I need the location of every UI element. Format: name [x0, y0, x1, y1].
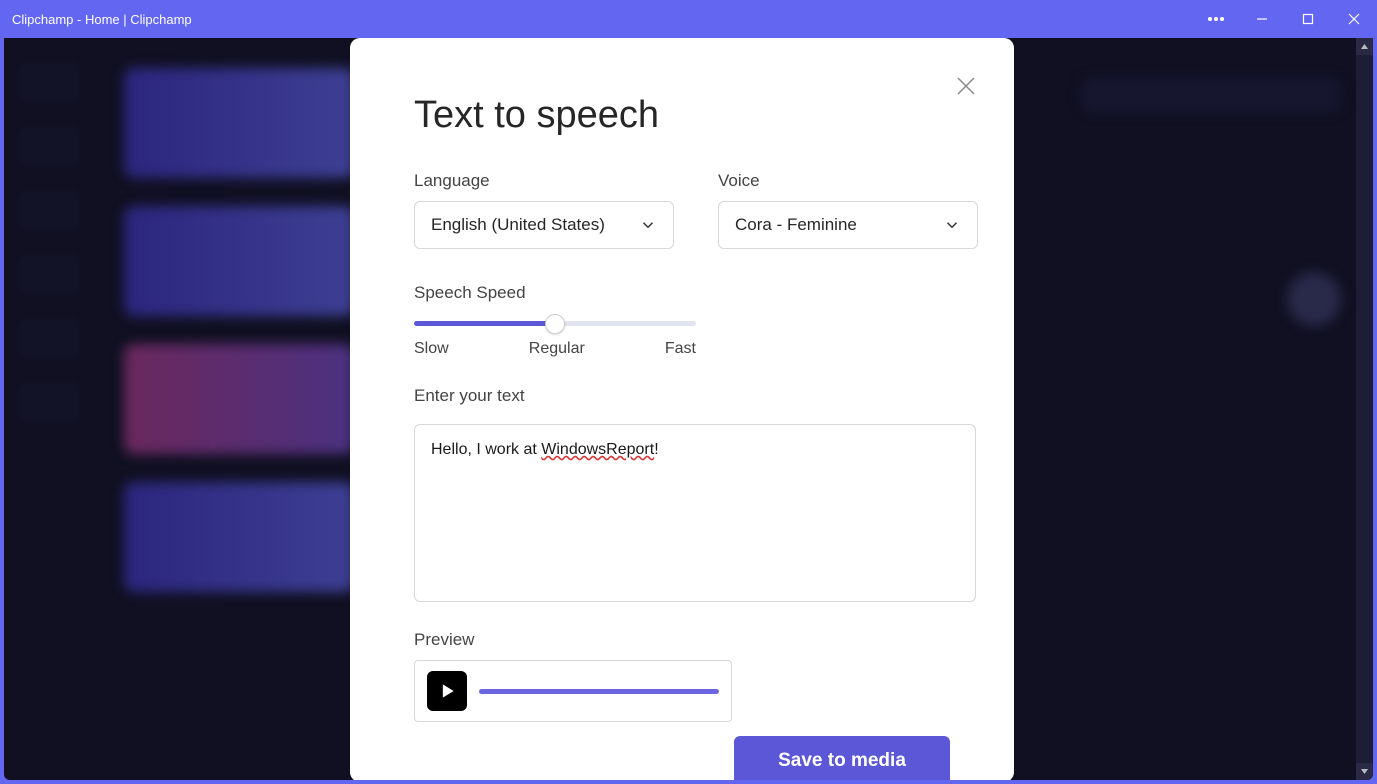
close-window-button[interactable] [1331, 0, 1377, 38]
slider-fill [414, 321, 555, 326]
speed-fast: Fast [665, 340, 696, 358]
audio-progress[interactable] [479, 689, 719, 694]
sidebar-blurred [4, 38, 94, 780]
window-frame: Clipchamp - Home | Clipchamp [0, 0, 1377, 784]
close-modal-button[interactable] [954, 74, 978, 98]
language-field: Language English (United States) [414, 171, 674, 249]
modal-title: Text to speech [414, 94, 950, 137]
text-suffix: ! [654, 441, 658, 458]
save-to-media-button[interactable]: Save to media [734, 736, 950, 780]
text-input[interactable]: Hello, I work at WindowsReport! [414, 424, 976, 602]
preview-label: Preview [414, 630, 950, 650]
scroll-up-icon[interactable] [1356, 38, 1373, 55]
language-label: Language [414, 171, 674, 191]
voice-value: Cora - Feminine [735, 215, 857, 235]
speed-ticks: Slow Regular Fast [414, 340, 696, 358]
voice-field: Voice Cora - Feminine [718, 171, 978, 249]
chevron-down-icon [639, 216, 657, 234]
play-button[interactable] [427, 671, 467, 711]
slider-thumb[interactable] [545, 314, 565, 334]
speed-label: Speech Speed [414, 283, 950, 303]
cards-blurred [124, 68, 354, 620]
speed-slider[interactable] [414, 321, 696, 326]
close-icon [954, 74, 978, 98]
scroll-down-icon[interactable] [1356, 763, 1373, 780]
more-button[interactable] [1193, 0, 1239, 38]
vertical-scrollbar[interactable] [1356, 38, 1373, 780]
text-to-speech-modal: Text to speech Language English (United … [350, 38, 1014, 780]
voice-label: Voice [718, 171, 978, 191]
speed-slow: Slow [414, 340, 449, 358]
minimize-button[interactable] [1239, 0, 1285, 38]
speed-regular: Regular [529, 340, 585, 358]
window-title: Clipchamp - Home | Clipchamp [12, 12, 192, 27]
text-prefix: Hello, I work at [431, 441, 541, 458]
text-spellerror: WindowsReport [541, 441, 654, 458]
play-icon [437, 681, 457, 701]
preview-player [414, 660, 732, 722]
save-label: Save to media [778, 750, 906, 772]
maximize-button[interactable] [1285, 0, 1331, 38]
app-body: Text to speech Language English (United … [4, 38, 1373, 780]
chevron-down-icon [943, 216, 961, 234]
right-blurred [1081, 78, 1341, 326]
titlebar[interactable]: Clipchamp - Home | Clipchamp [0, 0, 1377, 38]
language-value: English (United States) [431, 215, 605, 235]
language-select[interactable]: English (United States) [414, 201, 674, 249]
text-input-label: Enter your text [414, 386, 950, 406]
voice-select[interactable]: Cora - Feminine [718, 201, 978, 249]
